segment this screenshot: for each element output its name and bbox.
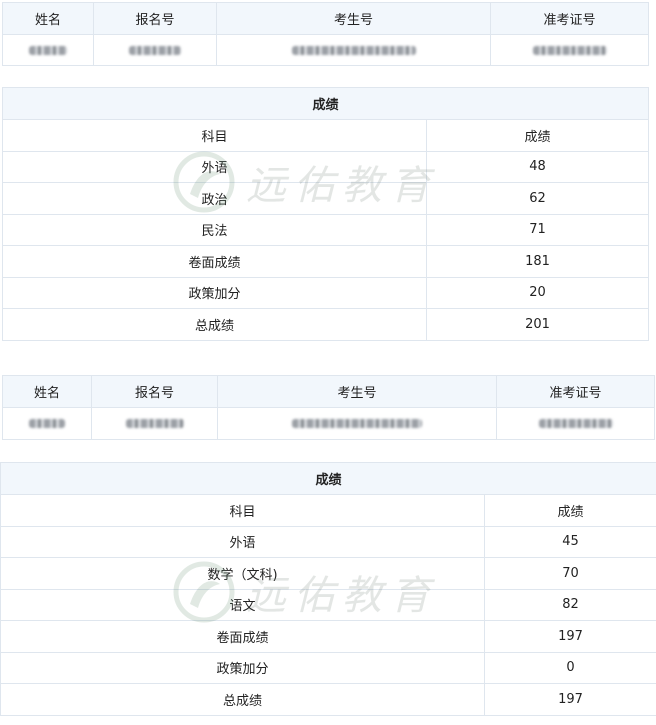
subject-cell: 数学（文科)	[0, 557, 485, 590]
subject-cell: 政策加分	[2, 276, 427, 309]
redacted-name	[2, 407, 92, 440]
score-column-header: 成绩	[425, 119, 650, 152]
subject-cell: 总成绩	[0, 683, 485, 716]
header-registration-no: 报名号	[93, 2, 217, 35]
redacted-admission-ticket-no	[490, 34, 649, 66]
score-cell: 82	[483, 588, 656, 621]
score-cell: 62	[425, 182, 650, 215]
header-admission-ticket-no: 准考证号	[490, 2, 649, 35]
redacted-candidate-no	[217, 407, 497, 440]
score-table-title: 成绩	[0, 462, 656, 495]
subject-cell: 政策加分	[0, 651, 485, 684]
redacted-admission-ticket-no	[496, 407, 655, 440]
table-row: 外语 45	[0, 525, 656, 558]
score-cell: 45	[483, 525, 656, 558]
subject-cell: 语文	[0, 588, 485, 621]
header-candidate-no: 考生号	[217, 375, 497, 408]
score-cell: 48	[425, 150, 650, 183]
score-cell: 71	[425, 213, 650, 246]
subject-cell: 外语	[2, 150, 427, 183]
header-candidate-no: 考生号	[216, 2, 491, 35]
table-row: 卷面成绩 181	[2, 245, 650, 278]
candidate-info-table-2: 姓名 报名号 考生号 准考证号	[2, 375, 655, 440]
subject-cell: 卷面成绩	[2, 245, 427, 278]
score-table-1: 成绩 科目 成绩 外语 48 政治 62 民法 71 卷面成绩 181 政策加分…	[1, 87, 650, 341]
score-cell: 197	[483, 620, 656, 653]
score-table-2: 成绩 科目 成绩 外语 45 数学（文科) 70 语文 82 卷面成绩 197 …	[0, 462, 656, 716]
redacted-name	[2, 34, 94, 66]
header-registration-no: 报名号	[91, 375, 218, 408]
subject-column-header: 科目	[0, 494, 485, 527]
redacted-candidate-no	[216, 34, 491, 66]
table-row: 数学（文科) 70	[0, 557, 656, 590]
table-row: 总成绩 197	[0, 683, 656, 716]
subject-cell: 外语	[0, 525, 485, 558]
subject-cell: 卷面成绩	[0, 620, 485, 653]
subject-cell: 总成绩	[2, 308, 427, 341]
score-cell: 197	[483, 683, 656, 716]
redacted-registration-no	[91, 407, 218, 440]
table-row: 总成绩 201	[2, 308, 650, 341]
header-name: 姓名	[2, 375, 92, 408]
score-column-header: 成绩	[483, 494, 656, 527]
table-row: 政治 62	[2, 182, 650, 215]
table-row: 卷面成绩 197	[0, 620, 656, 653]
subject-column-header: 科目	[2, 119, 427, 152]
score-cell: 0	[483, 651, 656, 684]
subject-cell: 民法	[2, 213, 427, 246]
score-cell: 201	[425, 308, 650, 341]
candidate-info-table-1: 姓名 报名号 考生号 准考证号	[2, 2, 649, 66]
score-cell: 20	[425, 276, 650, 309]
header-name: 姓名	[2, 2, 94, 35]
score-cell: 70	[483, 557, 656, 590]
table-row: 政策加分 0	[0, 651, 656, 684]
table-row: 政策加分 20	[2, 276, 650, 309]
table-row: 民法 71	[2, 213, 650, 246]
score-cell: 181	[425, 245, 650, 278]
header-admission-ticket-no: 准考证号	[496, 375, 655, 408]
subject-cell: 政治	[2, 182, 427, 215]
redacted-registration-no	[93, 34, 217, 66]
score-table-title: 成绩	[1, 87, 650, 120]
table-row: 外语 48	[2, 150, 650, 183]
table-row: 语文 82	[0, 588, 656, 621]
